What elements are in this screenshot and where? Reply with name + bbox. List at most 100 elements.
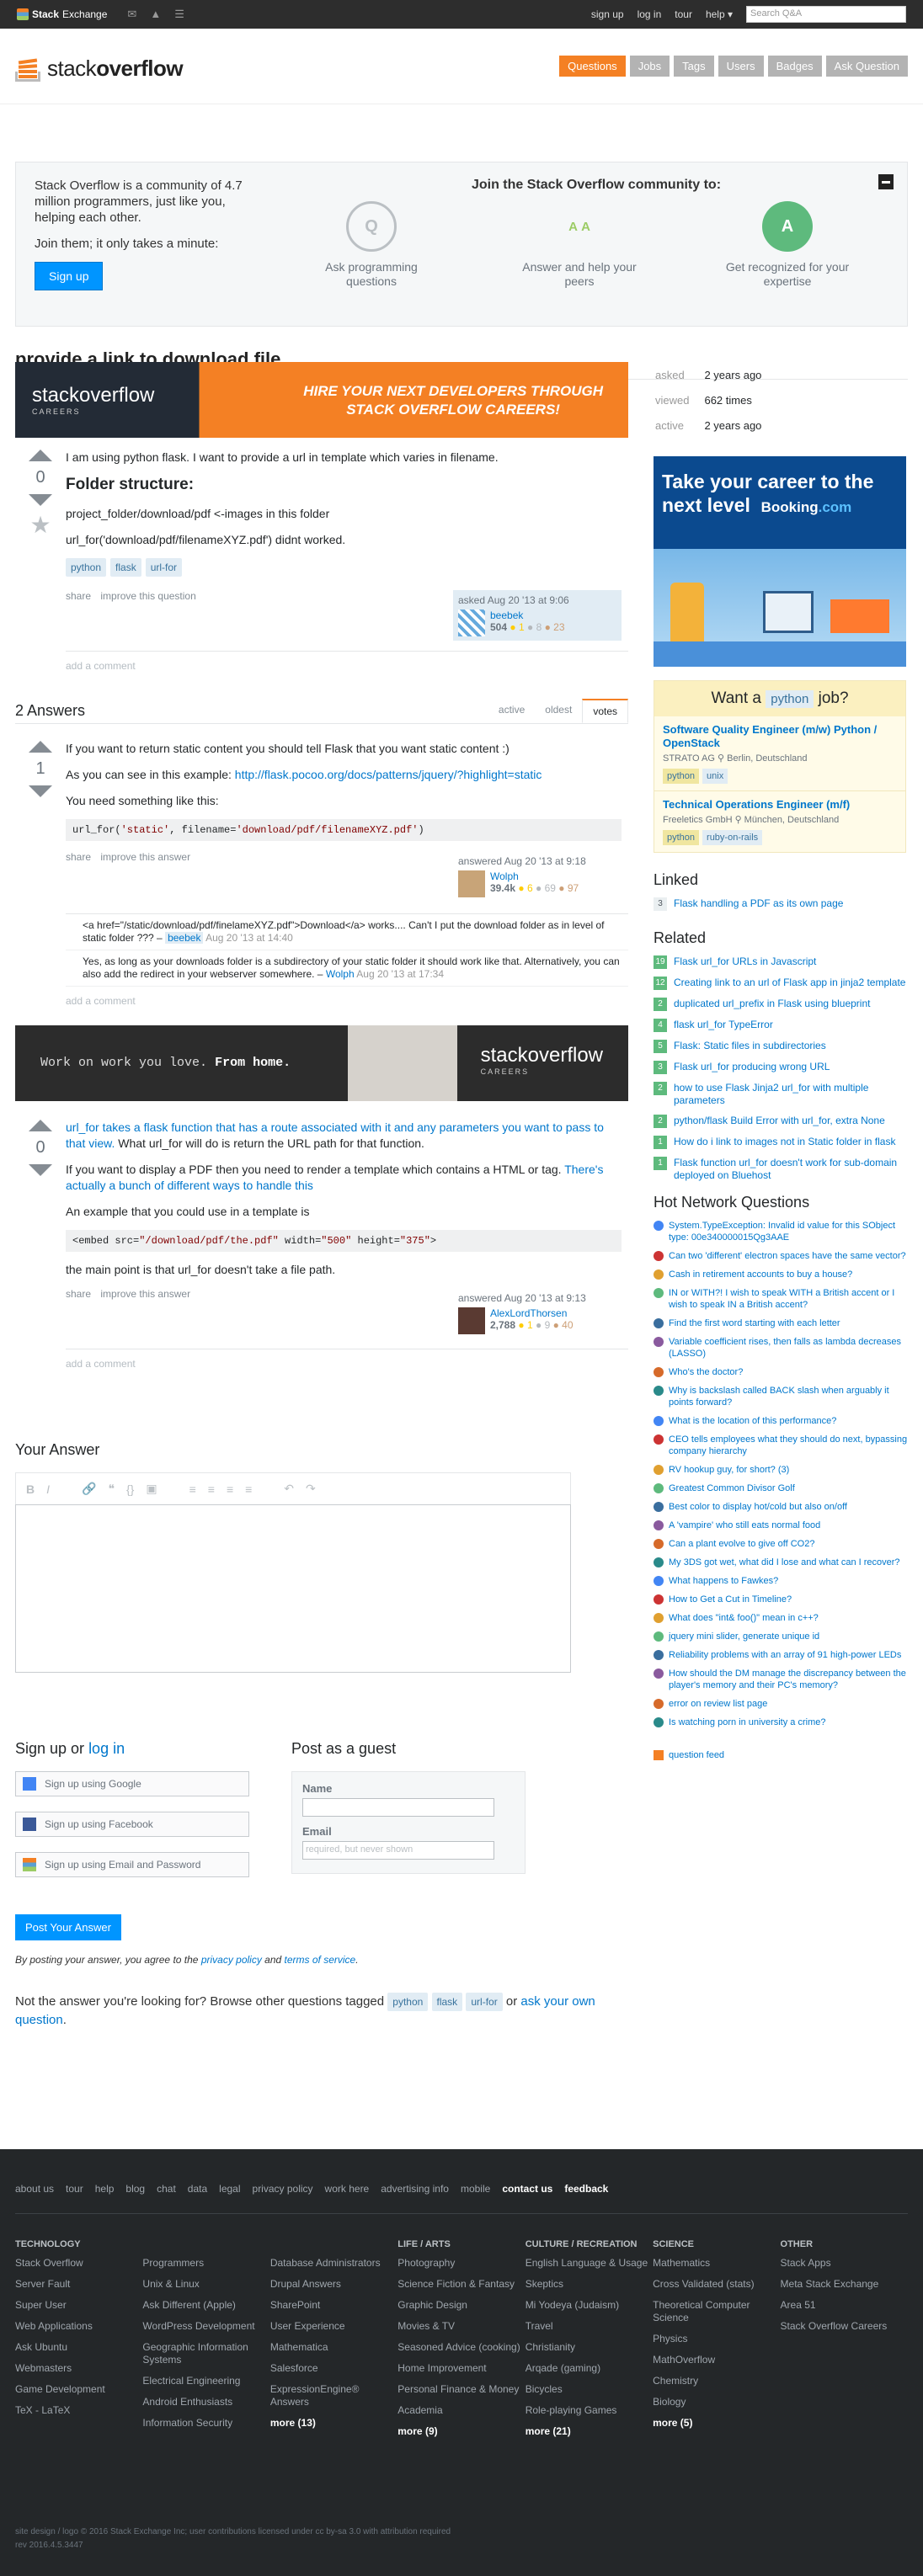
hnq-question-link[interactable]: IN or WITH?! I wish to speak WITH a Brit… [669, 1287, 908, 1311]
footer-site-link[interactable]: Electrical Engineering [142, 2375, 269, 2387]
redo-icon[interactable]: ↷ [306, 1482, 316, 1496]
undo-icon[interactable]: ↶ [284, 1482, 294, 1496]
comment-user-link[interactable]: beebek [165, 932, 204, 944]
footer-site-link[interactable]: Geographic Information Systems [142, 2341, 269, 2366]
related-question-link[interactable]: python/flask Build Error with url_for, e… [674, 1115, 885, 1127]
footer-site-link[interactable]: User Experience [270, 2320, 397, 2333]
nav-ask-question[interactable]: Ask Question [825, 56, 908, 77]
footer-site-link[interactable]: Skeptics [526, 2278, 653, 2291]
related-question-link[interactable]: Flask: Static files in subdirectories [674, 1040, 826, 1052]
related-question-link[interactable]: Flask url_for producing wrong URL [674, 1061, 830, 1073]
footer-site-link[interactable]: Meta Stack Exchange [781, 2278, 908, 2291]
footer-site-link[interactable]: Drupal Answers [270, 2278, 397, 2291]
email-signup-button[interactable]: Sign up using Email and Password [15, 1852, 249, 1877]
tag-flask[interactable]: flask [110, 558, 141, 577]
improve-link[interactable]: improve this answer [100, 851, 190, 863]
nav-tags[interactable]: Tags [674, 56, 714, 77]
footer-site-link[interactable]: Movies & TV [397, 2320, 525, 2333]
avatar[interactable] [458, 609, 485, 636]
footer-site-link[interactable]: Stack Apps [781, 2257, 908, 2270]
footer-site-link[interactable]: MathOverflow [653, 2354, 780, 2366]
footer-site-link[interactable]: Database Administrators [270, 2257, 397, 2270]
achievements-icon[interactable]: ▲ [150, 8, 161, 21]
tag-flask[interactable]: flask [431, 1993, 463, 2011]
careers-ad-banner[interactable]: stackoverflow CAREERS HIRE YOUR NEXT DEVE… [15, 362, 628, 438]
example-link[interactable]: http://flask.pocoo.org/docs/patterns/jqu… [235, 768, 542, 781]
footer-site-link[interactable]: Chemistry [653, 2375, 780, 2387]
footer-site-link[interactable]: Christianity [526, 2341, 653, 2354]
topbar-signup-link[interactable]: sign up [591, 8, 624, 20]
footer-link[interactable]: legal [219, 2183, 240, 2195]
footer-site-link[interactable]: English Language & Usage [526, 2257, 653, 2270]
hnq-question-link[interactable]: jquery mini slider, generate unique id [669, 1631, 819, 1642]
tab-votes[interactable]: votes [582, 699, 628, 723]
footer-site-link[interactable]: Biology [653, 2396, 780, 2408]
footer-site-link[interactable]: Science Fiction & Fantasy [397, 2278, 525, 2291]
hnq-question-link[interactable]: Cash in retirement accounts to buy a hou… [669, 1269, 852, 1280]
footer-link[interactable]: feedback [564, 2183, 608, 2195]
footer-site-link[interactable]: Programmers [142, 2257, 269, 2270]
inbox-icon[interactable]: ✉ [127, 8, 136, 21]
hnq-question-link[interactable]: My 3DS got wet, what did I lose and what… [669, 1557, 900, 1568]
banner-signup-button[interactable]: Sign up [35, 262, 104, 290]
upvote-arrow-icon[interactable] [29, 741, 52, 753]
downvote-arrow-icon[interactable] [29, 494, 52, 506]
privacy-policy-link[interactable]: privacy policy [201, 1954, 262, 1966]
nav-questions[interactable]: Questions [559, 56, 626, 77]
hnq-question-link[interactable]: CEO tells employees what they should do … [669, 1434, 908, 1457]
footer-link[interactable]: mobile [461, 2183, 490, 2195]
code-icon[interactable]: {} [126, 1482, 134, 1496]
footer-site-link[interactable]: Bicycles [526, 2383, 653, 2396]
footer-site-link[interactable]: Mathematics [653, 2257, 780, 2270]
tab-active[interactable]: active [488, 699, 535, 723]
footer-site-link[interactable]: Android Enthusiasts [142, 2396, 269, 2408]
menu-icon[interactable]: ☰ [174, 8, 184, 21]
tab-oldest[interactable]: oldest [535, 699, 582, 723]
comment-user-link[interactable]: Wolph [326, 968, 355, 980]
footer-site-link[interactable]: Personal Finance & Money [397, 2383, 525, 2396]
footer-site-link[interactable]: Home Improvement [397, 2362, 525, 2375]
hnq-question-link[interactable]: System.TypeException: Invalid id value f… [669, 1220, 908, 1243]
hnq-question-link[interactable]: How should the DM manage the discrepancy… [669, 1668, 908, 1691]
share-link[interactable]: share [66, 590, 91, 602]
hnq-question-link[interactable]: What happens to Fawkes? [669, 1575, 778, 1587]
footer-site-link[interactable]: Game Development [15, 2383, 142, 2396]
footer-link[interactable]: privacy policy [253, 2183, 313, 2195]
related-question-link[interactable]: duplicated url_prefix in Flask using blu… [674, 998, 870, 1010]
footer-link[interactable]: help [95, 2183, 115, 2195]
footer-site-link[interactable]: Academia [397, 2404, 525, 2417]
footer-site-link[interactable]: Area 51 [781, 2299, 908, 2312]
upvote-arrow-icon[interactable] [29, 450, 52, 461]
bold-icon[interactable]: B [26, 1482, 35, 1496]
hnq-question-link[interactable]: A 'vampire' who still eats normal food [669, 1520, 820, 1531]
search-input[interactable]: Search Q&A [746, 6, 906, 23]
hnq-question-link[interactable]: Greatest Common Divisor Golf [669, 1482, 795, 1494]
topbar-help-link[interactable]: help ▾ [706, 8, 733, 20]
share-link[interactable]: share [66, 1288, 91, 1300]
related-question-link[interactable]: Flask function url_for doesn't work for … [674, 1157, 908, 1182]
job-listing[interactable]: Software Quality Engineer (m/w) Python /… [654, 716, 905, 790]
hnq-question-link[interactable]: Best color to display hot/cold but also … [669, 1501, 847, 1513]
google-signup-button[interactable]: Sign up using Google [15, 1771, 249, 1796]
footer-site-link[interactable]: Super User [15, 2299, 142, 2312]
name-field[interactable] [302, 1798, 494, 1817]
footer-site-link[interactable]: Stack Overflow Careers [781, 2320, 908, 2333]
nav-users[interactable]: Users [718, 56, 764, 77]
stackoverflow-logo[interactable]: stackoverflow [15, 51, 184, 82]
hnq-question-link[interactable]: Can a plant evolve to give off CO2? [669, 1538, 814, 1550]
hnq-question-link[interactable]: Find the first word starting with each l… [669, 1317, 840, 1329]
footer-link[interactable]: work here [325, 2183, 370, 2195]
terms-of-service-link[interactable]: terms of service [285, 1954, 356, 1966]
footer-site-link[interactable]: Web Applications [15, 2320, 142, 2333]
hnq-question-link[interactable]: What does "int& foo()" mean in c++? [669, 1612, 819, 1624]
post-answer-button[interactable]: Post Your Answer [15, 1914, 121, 1940]
footer-site-link[interactable]: Webmasters [15, 2362, 142, 2375]
related-question-link[interactable]: flask url_for TypeError [674, 1019, 773, 1031]
footer-site-link[interactable]: Seasoned Advice (cooking) [397, 2341, 525, 2354]
footer-site-link[interactable]: Physics [653, 2333, 780, 2345]
footer-site-link[interactable]: TeX - LaTeX [15, 2404, 142, 2417]
login-link[interactable]: log in [88, 1740, 125, 1757]
image-icon[interactable]: ▣ [146, 1482, 157, 1496]
footer-site-link[interactable]: Mi Yodeya (Judaism) [526, 2299, 653, 2312]
hnq-question-link[interactable]: Variable coefficient rises, then falls a… [669, 1336, 908, 1360]
